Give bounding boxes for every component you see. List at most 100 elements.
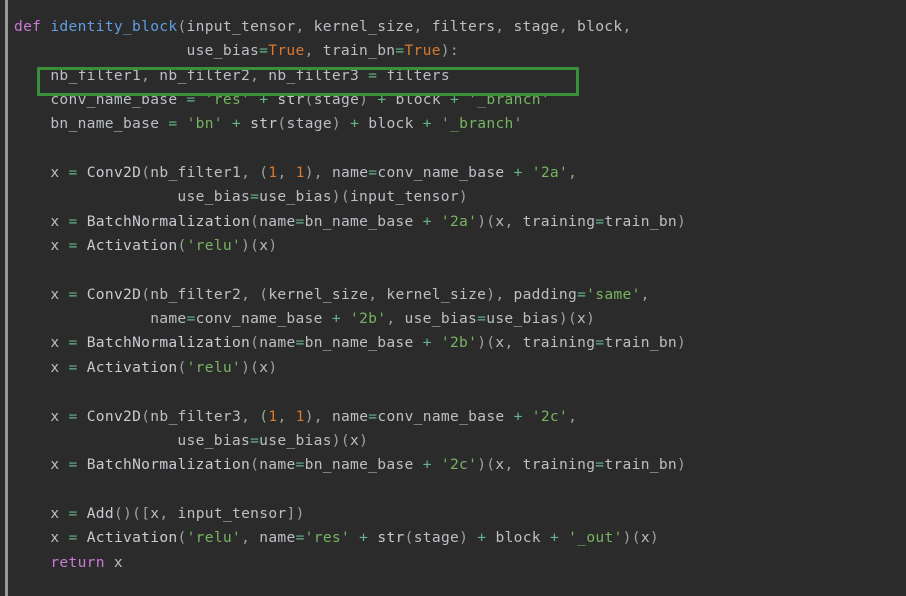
code-token: = xyxy=(68,164,78,182)
code-line[interactable]: x = BatchNormalization(name=bn_name_base… xyxy=(0,331,906,355)
code-token: = xyxy=(295,456,305,474)
code-token: name xyxy=(331,407,369,425)
code-token: , xyxy=(250,66,269,84)
code-token: x xyxy=(640,529,650,547)
code-token: '_out' xyxy=(568,529,623,547)
code-token: True xyxy=(268,42,305,60)
code-token: , xyxy=(277,164,296,182)
code-viewport[interactable]: def identity_block(input_tensor, kernel_… xyxy=(0,0,906,596)
code-token: + xyxy=(259,91,269,109)
code-line[interactable]: x = Conv2D(nb_filter1, (1, 1), name=conv… xyxy=(0,161,906,185)
code-token: name xyxy=(259,334,296,352)
code-token: ) xyxy=(677,334,687,352)
code-line[interactable]: x = BatchNormalization(name=bn_name_base… xyxy=(0,210,906,234)
code-line[interactable]: def identity_block(input_tensor, kernel_… xyxy=(0,15,906,39)
code-token: ()([ xyxy=(113,504,151,522)
code-token: ( xyxy=(177,358,187,376)
code-token: 'res' xyxy=(204,91,251,109)
code-token: block xyxy=(368,115,414,133)
code-token: BatchNormalization xyxy=(86,456,251,474)
code-token: input_tensor xyxy=(349,188,459,206)
code-token: + xyxy=(549,529,560,547)
code-token: Add xyxy=(86,504,114,522)
code-token: + xyxy=(422,212,432,230)
code-token: return xyxy=(50,553,105,571)
code-token: stage xyxy=(286,115,332,133)
code-token: )( xyxy=(331,431,350,449)
code-token: bn_name_base xyxy=(304,212,414,230)
code-line[interactable]: name=conv_name_base + '2b', use_bias=use… xyxy=(0,307,906,331)
code-token: ) xyxy=(459,529,469,547)
code-token: conv_name_base xyxy=(195,310,323,328)
code-token: = xyxy=(186,91,196,109)
code-token: ( xyxy=(177,529,187,547)
code-token: = xyxy=(68,285,78,303)
code-token: str xyxy=(277,91,305,109)
code-token: BatchNormalization xyxy=(86,212,251,230)
code-line[interactable]: conv_name_base = 'res' + str(stage) + bl… xyxy=(0,88,906,112)
code-token: , xyxy=(295,18,314,35)
code-token: ) xyxy=(458,188,469,206)
code-token: ( xyxy=(259,164,269,182)
code-token: '_branch' xyxy=(440,115,523,133)
code-block[interactable]: def identity_block(input_tensor, kernel_… xyxy=(0,0,906,575)
code-token: = xyxy=(595,456,605,474)
code-line[interactable]: x = Add()([x, input_tensor]) xyxy=(0,502,906,526)
code-line[interactable] xyxy=(0,258,906,282)
code-line[interactable]: x = BatchNormalization(name=bn_name_base… xyxy=(0,453,906,477)
code-token: , xyxy=(504,212,523,230)
code-line[interactable] xyxy=(0,478,906,502)
code-token: ) xyxy=(677,212,687,230)
code-token: str xyxy=(377,529,405,547)
code-line[interactable]: x = Activation('relu')(x) xyxy=(0,356,906,380)
code-token: ) xyxy=(359,431,369,449)
code-token: input_tensor xyxy=(177,504,287,522)
code-line[interactable]: nb_filter1, nb_filter2, nb_filter3 = fil… xyxy=(0,64,906,88)
code-token: '2a' xyxy=(440,212,478,230)
code-token: = xyxy=(250,431,260,449)
code-token: use_bias xyxy=(259,431,332,449)
code-line[interactable]: use_bias=use_bias)(input_tensor) xyxy=(0,185,906,209)
code-token: padding xyxy=(513,285,578,303)
code-token: 'bn' xyxy=(186,115,223,133)
code-token: def xyxy=(14,18,42,35)
code-token: ) xyxy=(649,529,660,547)
code-line[interactable]: use_bias=use_bias)(x) xyxy=(0,429,906,453)
code-line[interactable]: use_bias=True, train_bn=True): xyxy=(0,39,906,63)
code-token: + xyxy=(422,115,432,133)
code-token: train_bn xyxy=(604,334,678,352)
code-line[interactable]: return x xyxy=(0,551,906,575)
code-line[interactable]: x = Conv2D(nb_filter3, (1, 1), name=conv… xyxy=(0,405,906,429)
code-line[interactable]: x = Activation('relu', name='res' + str(… xyxy=(0,526,906,550)
code-line[interactable]: x = Conv2D(nb_filter2, (kernel_size, ker… xyxy=(0,283,906,307)
code-token: , xyxy=(159,504,178,522)
code-line[interactable] xyxy=(0,137,906,161)
code-token: = xyxy=(250,188,260,206)
code-line[interactable] xyxy=(0,380,906,404)
code-line[interactable]: bn_name_base = 'bn' + str(stage) + block… xyxy=(0,112,906,136)
code-token: = xyxy=(68,334,78,352)
code-line[interactable]: x = Activation('relu')(x) xyxy=(0,234,906,258)
code-token: ( xyxy=(177,18,187,35)
code-token: = xyxy=(68,212,78,230)
